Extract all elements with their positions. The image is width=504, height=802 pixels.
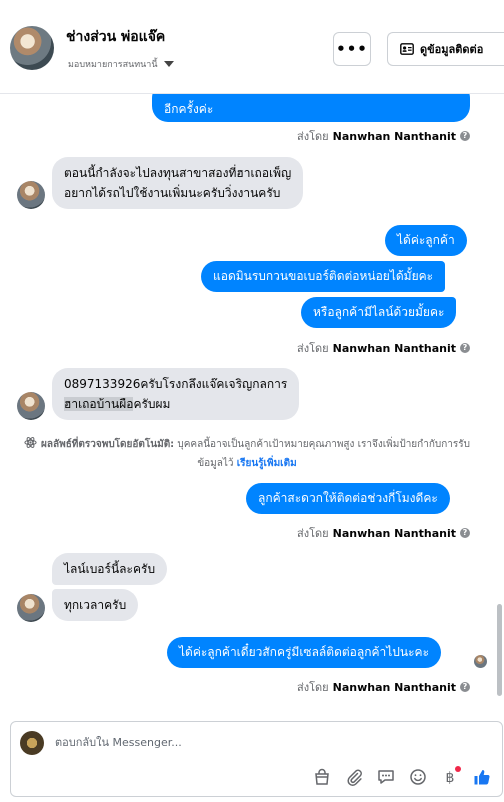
sent-by-prefix: ส่งโดย <box>297 130 329 143</box>
message-text: ลูกค้าสะดวกให้ติดต่อช่วงกี่โมงดีคะ <box>258 491 438 505</box>
message-text-line: ฮาเถอบ้านผือครับผม <box>64 394 287 414</box>
sent-by-label: ส่งโดย Nanwhan Nanthanit ? <box>297 524 470 542</box>
emoji-icon[interactable] <box>408 767 428 787</box>
shop-icon[interactable] <box>312 767 332 787</box>
saved-reply-icon[interactable] <box>376 767 396 787</box>
contact-avatar-small[interactable] <box>17 392 45 420</box>
message-text: หรือลูกค้ามีไลน์ด้วยมั้ยคะ <box>313 305 445 319</box>
message-text: ทุกเวลาครับ <box>64 598 127 612</box>
sender-name: Nanwhan Nanthanit <box>332 680 456 694</box>
auto-detected-notice: ผลลัพธ์ที่ตรวจพบโดยอัตโนมัติ: บุคคลนี้อา… <box>22 436 472 472</box>
message-text: ได้ค่ะลูกค้า <box>397 233 455 247</box>
message-text: ไลน์เบอร์นี้ละครับ <box>64 562 156 576</box>
outgoing-message[interactable]: แอดมินรบกวนขอเบอร์ติดต่อหน่อยได้มั้ยคะ <box>201 261 446 292</box>
reply-composer: ฿ <box>10 721 503 797</box>
info-icon[interactable]: ? <box>460 131 470 141</box>
message-thread[interactable]: อีกครั้งค่ะ ส่งโดย Nanwhan Nanthanit ? ต… <box>0 94 504 716</box>
assign-conversation-dropdown[interactable]: มอบหมายการสนทนานี้ <box>68 57 174 71</box>
sender-name: Nanwhan Nanthanit <box>332 129 456 143</box>
message-text: อีกครั้งค่ะ <box>164 102 214 116</box>
message-text-line: 0897133926ครับโรงกลึงแจ๊คเจริญกลการ <box>64 377 288 391</box>
incoming-message[interactable]: ไลน์เบอร์นี้ละครับ <box>52 553 168 585</box>
contact-avatar-small[interactable] <box>17 181 45 209</box>
assign-conversation-label: มอบหมายการสนทนานี้ <box>68 60 158 70</box>
atom-icon <box>24 436 37 455</box>
sent-by-prefix: ส่งโดย <box>297 681 329 694</box>
incoming-message[interactable]: 0897133926ครับโรงกลึงแจ๊คเจริญกลการ ฮาเถ… <box>52 368 300 420</box>
message-text-line: อยากได้รถไปใช้งานเพิ่มนะครับวิ่งงานครับ <box>64 186 281 200</box>
outgoing-message[interactable]: ได้ค่ะลูกค้า <box>385 225 467 256</box>
highlighted-text: ฮาเถอบ้านผือ <box>64 397 134 411</box>
outgoing-message[interactable]: ได้ค่ะลูกค้าเดี๋ยวสักครู่มีเซลล์ติดต่อลู… <box>167 637 442 668</box>
chat-scrollbar[interactable] <box>497 604 502 696</box>
conversation-header: ช่างส่วน พ่อแจ๊ค มอบหมายการสนทนานี้ ••• … <box>0 0 504 94</box>
contact-card-icon <box>400 43 414 55</box>
page-avatar <box>20 731 44 755</box>
paperclip-icon[interactable] <box>344 767 364 787</box>
caret-down-icon <box>163 61 174 67</box>
sent-by-label: ส่งโดย Nanwhan Nanthanit ? <box>297 339 470 357</box>
info-icon[interactable]: ? <box>460 682 470 692</box>
contact-avatar[interactable] <box>10 26 54 70</box>
info-icon[interactable]: ? <box>460 528 470 538</box>
outgoing-message[interactable]: หรือลูกค้ามีไลน์ด้วยมั้ยคะ <box>301 297 457 328</box>
auto-notice-text: บุคคลนี้อาจเป็นลูกค้าเป้าหมายคุณภาพสูง เ… <box>174 439 470 469</box>
learn-more-link[interactable]: เรียนรู้เพิ่มเติม <box>237 458 297 469</box>
svg-text:฿: ฿ <box>446 770 455 786</box>
view-contact-info-label: ดูข้อมูลติดต่อ <box>420 43 484 56</box>
sent-by-prefix: ส่งโดย <box>297 342 329 355</box>
reply-input[interactable] <box>55 736 355 749</box>
sent-by-label: ส่งโดย Nanwhan Nanthanit ? <box>297 127 470 145</box>
outgoing-message[interactable]: ลูกค้าสะดวกให้ติดต่อช่วงกี่โมงดีคะ <box>246 483 450 514</box>
auto-notice-title: ผลลัพธ์ที่ตรวจพบโดยอัตโนมัติ: <box>40 439 175 450</box>
outgoing-message[interactable]: อีกครั้งค่ะ <box>152 94 470 122</box>
message-text-line: ตอนนี้กำลังจะไปลงทุนสาขาสองที่ฮาเถอเพ็ญ <box>64 166 292 180</box>
sender-name: Nanwhan Nanthanit <box>332 341 456 355</box>
contact-avatar-small[interactable] <box>17 594 45 622</box>
info-icon[interactable]: ? <box>460 343 470 353</box>
like-thumbs-up-icon[interactable] <box>472 767 492 787</box>
view-contact-info-button[interactable]: ดูข้อมูลติดต่อ <box>387 32 504 66</box>
seen-indicator-avatar <box>474 655 487 668</box>
more-options-button[interactable]: ••• <box>333 32 371 66</box>
contact-name[interactable]: ช่างส่วน พ่อแจ๊ค <box>66 26 165 48</box>
payment-baht-icon[interactable]: ฿ <box>440 766 461 787</box>
notification-dot <box>455 766 461 772</box>
incoming-message[interactable]: ทุกเวลาครับ <box>52 589 139 621</box>
message-text: ได้ค่ะลูกค้าเดี๋ยวสักครู่มีเซลล์ติดต่อลู… <box>179 645 430 659</box>
message-text-rest: ครับผม <box>133 397 171 411</box>
sent-by-prefix: ส่งโดย <box>297 527 329 540</box>
incoming-message[interactable]: ตอนนี้กำลังจะไปลงทุนสาขาสองที่ฮาเถอเพ็ญ … <box>52 157 304 209</box>
sender-name: Nanwhan Nanthanit <box>332 526 456 540</box>
sent-by-label: ส่งโดย Nanwhan Nanthanit ? <box>297 678 470 696</box>
message-text: แอดมินรบกวนขอเบอร์ติดต่อหน่อยได้มั้ยคะ <box>213 269 434 283</box>
